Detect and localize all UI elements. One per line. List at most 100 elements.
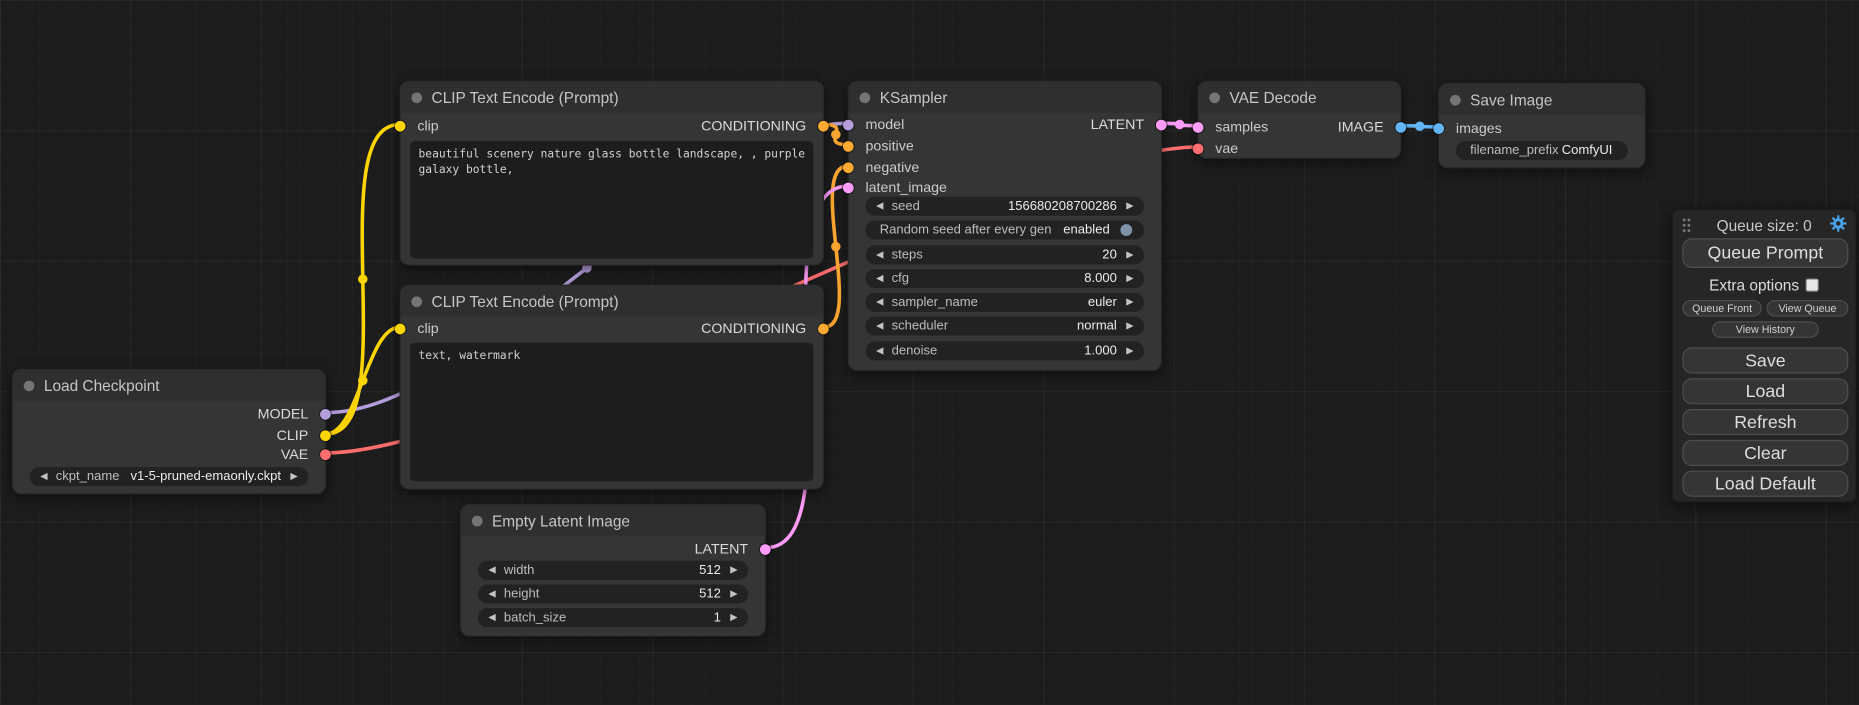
increment-arrow-icon[interactable]: ▶ — [724, 608, 743, 627]
seed-widget[interactable]: ◀ seed 156680208700286 ▶ — [865, 197, 1144, 216]
decrement-arrow-icon[interactable]: ◀ — [483, 608, 502, 627]
height-widget[interactable]: ◀ height 512 ▶ — [478, 585, 748, 604]
widget-name: batch_size — [502, 611, 567, 625]
widget-value: ComfyUI — [1562, 143, 1616, 157]
node-title-bar[interactable]: KSampler — [849, 82, 1161, 113]
prompt-textarea[interactable]: beautiful scenery nature glass bottle la… — [410, 141, 813, 258]
conditioning-output-port[interactable] — [818, 323, 829, 334]
model-output-port[interactable] — [320, 408, 331, 419]
collapse-dot-icon[interactable] — [411, 92, 422, 103]
load-button[interactable]: Load — [1682, 378, 1848, 404]
image-output-port[interactable] — [1395, 122, 1406, 133]
model-input-port[interactable] — [843, 119, 854, 130]
widget-value: 156680208700286 — [1008, 199, 1120, 213]
output-label-latent: LATENT — [1091, 116, 1145, 133]
queue-prompt-button[interactable]: Queue Prompt — [1682, 238, 1848, 268]
positive-input-port[interactable] — [843, 140, 854, 151]
extra-options-checkbox[interactable] — [1806, 279, 1819, 292]
settings-gear-icon[interactable] — [1829, 215, 1847, 236]
decrement-arrow-icon[interactable]: ◀ — [483, 585, 502, 604]
save-button[interactable]: Save — [1682, 347, 1848, 373]
node-title: Save Image — [1470, 91, 1552, 109]
output-label-conditioning: CONDITIONING — [701, 117, 806, 134]
increment-arrow-icon[interactable]: ▶ — [1120, 245, 1139, 264]
increment-arrow-icon[interactable]: ▶ — [1120, 269, 1139, 288]
increment-arrow-icon[interactable]: ▶ — [285, 467, 304, 486]
queue-front-button[interactable]: Queue Front — [1682, 300, 1761, 317]
node-empty-latent-image[interactable]: Empty Latent Image LATENT ◀ width 512 ▶ … — [460, 504, 766, 637]
view-history-button[interactable]: View History — [1712, 321, 1819, 338]
node-graph-canvas[interactable]: Load Checkpoint MODEL CLIP VAE ◀ ckpt_na… — [0, 0, 1859, 705]
increment-arrow-icon[interactable]: ▶ — [1120, 197, 1139, 216]
node-vae-decode[interactable]: VAE Decode samples IMAGE vae — [1197, 81, 1401, 159]
input-label-model: model — [865, 116, 904, 133]
node-load-checkpoint[interactable]: Load Checkpoint MODEL CLIP VAE ◀ ckpt_na… — [12, 369, 326, 495]
refresh-button[interactable]: Refresh — [1682, 409, 1848, 435]
scheduler-widget[interactable]: ◀ scheduler normal ▶ — [865, 317, 1144, 336]
increment-arrow-icon[interactable]: ▶ — [1120, 341, 1139, 360]
widget-name: height — [502, 587, 540, 601]
input-label-samples: samples — [1215, 118, 1268, 135]
node-save-image[interactable]: Save Image images filename_prefix ComfyU… — [1438, 83, 1645, 168]
latent-image-input-port[interactable] — [843, 182, 854, 193]
vae-output-port[interactable] — [320, 449, 331, 460]
load-default-button[interactable]: Load Default — [1682, 471, 1848, 497]
increment-arrow-icon[interactable]: ▶ — [1120, 293, 1139, 312]
images-input-port[interactable] — [1433, 123, 1444, 134]
decrement-arrow-icon[interactable]: ◀ — [870, 293, 889, 312]
increment-arrow-icon[interactable]: ▶ — [724, 561, 743, 580]
clip-input-port[interactable] — [395, 120, 406, 131]
node-title-bar[interactable]: Load Checkpoint — [13, 370, 325, 401]
clip-output-port[interactable] — [320, 430, 331, 441]
negative-input-port[interactable] — [843, 162, 854, 173]
sampler-name-widget[interactable]: ◀ sampler_name euler ▶ — [865, 293, 1144, 312]
clear-button[interactable]: Clear — [1682, 440, 1848, 466]
random-seed-toggle[interactable] — [1120, 224, 1132, 236]
collapse-dot-icon[interactable] — [860, 92, 871, 103]
node-clip-text-encode-positive[interactable]: CLIP Text Encode (Prompt) clip CONDITION… — [400, 81, 824, 266]
decrement-arrow-icon[interactable]: ◀ — [34, 467, 53, 486]
latent-output-port[interactable] — [1156, 119, 1167, 130]
node-title-bar[interactable]: CLIP Text Encode (Prompt) — [401, 82, 823, 113]
ckpt-name-widget[interactable]: ◀ ckpt_name v1-5-pruned-emaonly.ckpt ▶ — [30, 467, 309, 486]
node-title-bar[interactable]: CLIP Text Encode (Prompt) — [401, 286, 823, 317]
node-clip-text-encode-negative[interactable]: CLIP Text Encode (Prompt) clip CONDITION… — [400, 285, 824, 490]
node-title-bar[interactable]: Save Image — [1439, 84, 1644, 115]
samples-input-port[interactable] — [1193, 122, 1204, 133]
collapse-dot-icon[interactable] — [472, 515, 483, 526]
prompt-textarea[interactable]: text, watermark — [410, 343, 813, 482]
steps-widget[interactable]: ◀ steps 20 ▶ — [865, 245, 1144, 264]
view-queue-button[interactable]: View Queue — [1767, 300, 1849, 317]
node-title-bar[interactable]: Empty Latent Image — [461, 505, 765, 536]
vae-input-port[interactable] — [1193, 143, 1204, 154]
decrement-arrow-icon[interactable]: ◀ — [483, 561, 502, 580]
clip-input-port[interactable] — [395, 323, 406, 334]
cfg-widget[interactable]: ◀ cfg 8.000 ▶ — [865, 269, 1144, 288]
collapse-dot-icon[interactable] — [411, 296, 422, 307]
increment-arrow-icon[interactable]: ▶ — [724, 585, 743, 604]
decrement-arrow-icon[interactable]: ◀ — [870, 245, 889, 264]
decrement-arrow-icon[interactable]: ◀ — [870, 341, 889, 360]
node-ksampler[interactable]: KSampler model LATENT positive negative … — [848, 81, 1162, 371]
output-label-image: IMAGE — [1338, 118, 1384, 135]
node-title-bar[interactable]: VAE Decode — [1199, 82, 1401, 113]
node-title: Empty Latent Image — [492, 512, 630, 530]
input-label-latent-image: latent_image — [865, 178, 946, 195]
collapse-dot-icon[interactable] — [1450, 94, 1461, 105]
increment-arrow-icon[interactable]: ▶ — [1120, 317, 1139, 336]
denoise-widget[interactable]: ◀ denoise 1.000 ▶ — [865, 341, 1144, 360]
decrement-arrow-icon[interactable]: ◀ — [870, 197, 889, 216]
latent-output-port[interactable] — [760, 544, 771, 555]
collapse-dot-icon[interactable] — [24, 380, 35, 391]
decrement-arrow-icon[interactable]: ◀ — [870, 317, 889, 336]
width-widget[interactable]: ◀ width 512 ▶ — [478, 561, 748, 580]
decrement-arrow-icon[interactable]: ◀ — [870, 269, 889, 288]
random-seed-widget[interactable]: Random seed after every gen enabled — [865, 221, 1144, 240]
batch-size-widget[interactable]: ◀ batch_size 1 ▶ — [478, 608, 748, 627]
queue-size-label: Queue size: 0 — [1673, 217, 1856, 235]
filename-prefix-widget[interactable]: filename_prefix ComfyUI — [1456, 141, 1628, 160]
widget-value: 1 — [714, 611, 725, 625]
conditioning-output-port[interactable] — [818, 120, 829, 131]
collapse-dot-icon[interactable] — [1209, 92, 1220, 103]
output-label-vae: VAE — [281, 445, 308, 462]
